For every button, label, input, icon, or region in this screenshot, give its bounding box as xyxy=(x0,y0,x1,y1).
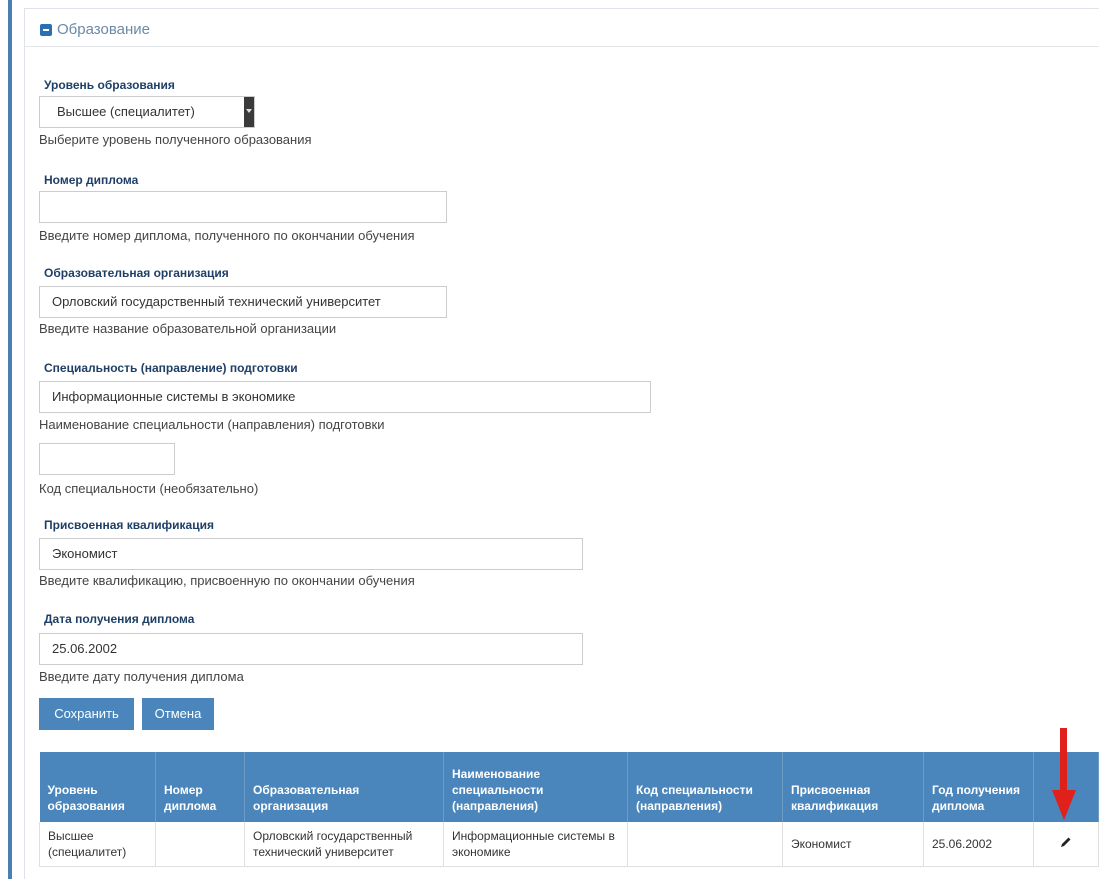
cell-organization: Орловский государственный технический ун… xyxy=(244,822,444,867)
education-level-label: Уровень образования xyxy=(44,78,175,92)
specialty-input[interactable]: Информационные системы в экономике xyxy=(39,381,651,413)
cell-code xyxy=(627,822,783,867)
column-header[interactable]: Наименование специальности (направления) xyxy=(443,752,628,822)
qualification-input[interactable]: Экономист xyxy=(39,538,583,570)
pencil-icon[interactable] xyxy=(1060,836,1072,848)
cell-specialty: Информационные системы в экономике xyxy=(443,822,628,867)
qualification-label: Присвоенная квалификация xyxy=(44,518,214,532)
organization-help: Введите название образовательной организ… xyxy=(39,321,337,336)
specialty-help: Наименование специальности (направления)… xyxy=(39,417,385,432)
education-level-select[interactable]: Высшее (специалитет) xyxy=(39,96,255,128)
panel-header[interactable]: Образование xyxy=(25,9,1099,47)
cancel-button[interactable]: Отмена xyxy=(142,698,214,730)
organization-input[interactable]: Орловский государственный технический ун… xyxy=(39,286,447,318)
table-row: Высшее (специалитет) Орловский государст… xyxy=(39,822,1099,867)
column-header[interactable]: Присвоенная квалификация xyxy=(782,752,924,822)
column-header[interactable]: Образовательная организация xyxy=(244,752,444,822)
cell-number xyxy=(155,822,245,867)
cell-qualification: Экономист xyxy=(782,822,924,867)
specialty-label: Специальность (направление) подготовки xyxy=(44,361,298,375)
education-table: Уровень образования Номер диплома Образо… xyxy=(39,752,1099,867)
education-level-value: Высшее (специалитет) xyxy=(57,104,195,119)
column-header[interactable]: Год получения диплома xyxy=(923,752,1034,822)
diploma-date-help: Введите дату получения диплома xyxy=(39,669,244,684)
column-header[interactable]: Номер диплома xyxy=(155,752,245,822)
diploma-date-input[interactable]: 25.06.2002 xyxy=(39,633,583,665)
education-level-help: Выберите уровень полученного образования xyxy=(39,132,312,147)
cell-date: 25.06.2002 xyxy=(923,822,1034,867)
organization-label: Образовательная организация xyxy=(44,266,229,280)
cell-actions xyxy=(1033,822,1099,867)
table-header-row: Уровень образования Номер диплома Образо… xyxy=(39,752,1099,822)
chevron-down-icon[interactable] xyxy=(244,97,254,127)
column-header[interactable]: Уровень образования xyxy=(39,752,156,822)
save-button[interactable]: Сохранить xyxy=(39,698,134,730)
diploma-date-label: Дата получения диплома xyxy=(44,612,195,626)
cell-level: Высшее (специалитет) xyxy=(39,822,156,867)
specialty-code-help: Код специальности (необязательно) xyxy=(39,481,259,496)
diploma-number-label: Номер диплома xyxy=(44,173,139,187)
panel-title: Образование xyxy=(57,21,150,38)
column-header[interactable]: Код специальности (направления) xyxy=(627,752,783,822)
diploma-number-input[interactable] xyxy=(39,191,447,223)
collapse-minus-icon[interactable] xyxy=(40,24,52,36)
qualification-help: Введите квалификацию, присвоенную по око… xyxy=(39,573,415,588)
red-arrow-icon xyxy=(1052,728,1076,820)
specialty-code-input[interactable] xyxy=(39,443,175,475)
diploma-number-help: Введите номер диплома, полученного по ок… xyxy=(39,228,415,243)
left-accent-bar xyxy=(8,0,12,879)
